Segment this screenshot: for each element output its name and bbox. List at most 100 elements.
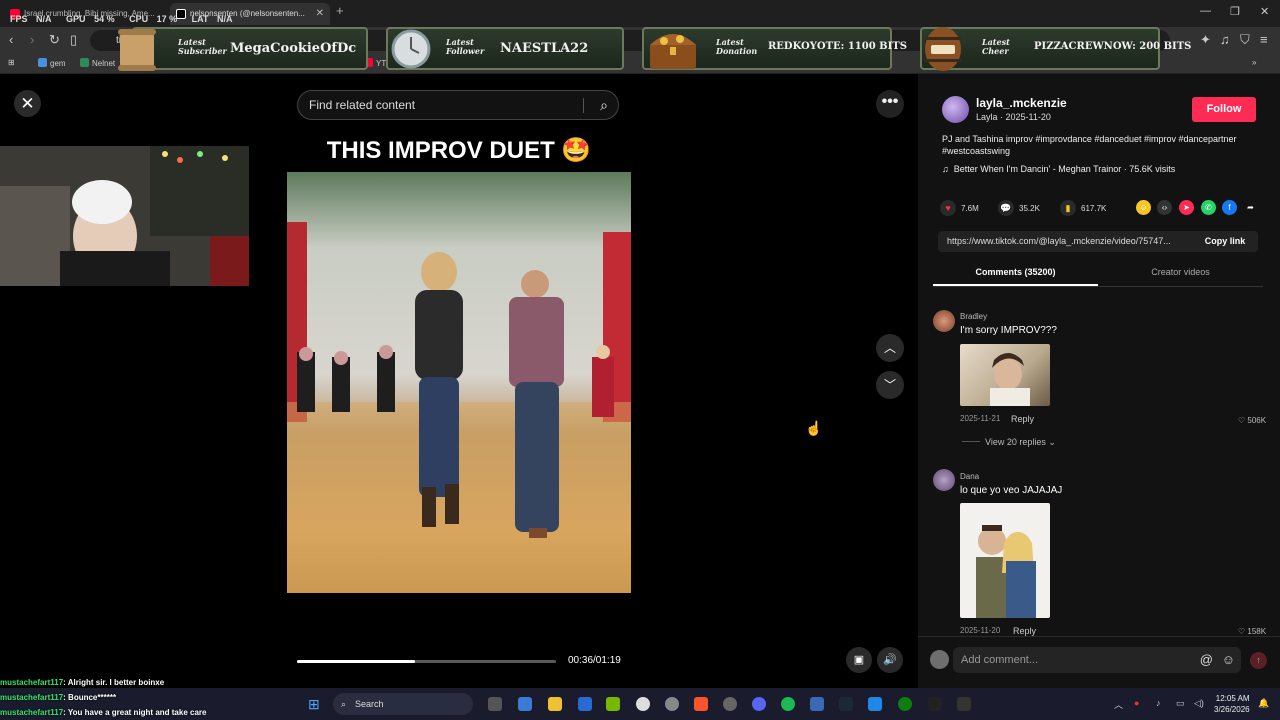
reply-button[interactable]: Reply [1011,414,1034,424]
comment-date: 2025-11-21 [960,414,1001,423]
comment-username[interactable]: Dana [960,472,979,481]
reload-icon[interactable]: ↻ [49,33,60,47]
volume-button[interactable]: 🔊 [877,647,903,673]
banner-value: NAESTLA22 [500,41,589,56]
comment-like[interactable]: ♡ 158K [1238,627,1266,636]
task-view-icon[interactable] [488,697,502,711]
avatar[interactable] [933,469,955,491]
tray-chevron-icon[interactable]: ︿ [1114,698,1123,711]
emoji-icon[interactable]: ☺ [1222,647,1235,673]
save-count: 617.7K [1081,204,1107,213]
back-icon[interactable]: ‹ [9,33,13,47]
menu-icon[interactable]: ≡ [1260,33,1268,47]
apps-icon[interactable]: ⊞ [8,58,15,67]
system-clock[interactable]: 12:05 AM 3/26/2026 [1214,693,1250,715]
like-stat[interactable]: ♥ 7.6M [940,200,979,216]
video-player[interactable] [287,172,631,593]
taskbar-search[interactable]: ⌕ Search [333,693,473,715]
xbox-icon[interactable] [898,697,912,711]
steam-icon[interactable] [839,697,853,711]
previous-video-button[interactable]: ︿ [876,334,904,362]
music-text: Better When I'm Dancin' - Meghan Trainor… [953,164,1176,174]
music-info[interactable]: ♫ Better When I'm Dancin' - Meghan Train… [942,164,1175,174]
comment-like[interactable]: ♡ 506K [1238,416,1266,425]
author-avatar[interactable] [942,96,969,123]
gpu-value: 54 % [94,14,115,24]
bookmark-icon[interactable]: ▯ [70,33,77,47]
comment-image[interactable] [960,344,1050,406]
shield-icon[interactable]: ⛉ [1240,33,1250,47]
copy-link-button[interactable]: Copy link [1192,231,1258,252]
minimize-icon[interactable]: — [1200,5,1211,17]
microphone-icon[interactable]: ♪ [1156,698,1161,708]
speaker-icon[interactable]: ◁) [1194,698,1204,709]
restore-icon[interactable]: ❐ [1230,5,1240,18]
search-icon[interactable]: ⌕ [600,91,608,119]
bookmark-gem[interactable]: gem [38,58,66,68]
tab-creator-videos[interactable]: Creator videos [1098,262,1263,286]
brave-icon[interactable] [694,697,708,711]
video-caption-title: THIS IMPROV DUET 🤩 [326,137,592,164]
miniplayer-icon: ▣ [853,654,865,666]
banner-value: PIZZACREWNOW: 200 BITS [1034,41,1192,52]
tab-comments[interactable]: Comments (35200) [933,262,1098,286]
network-icon[interactable]: ▭ [1176,698,1185,709]
next-video-button[interactable]: ﹀ [876,371,904,399]
author-username[interactable]: layla_.mckenzie [976,96,1067,110]
close-tab-icon[interactable]: ✕ [316,3,324,25]
more-bookmarks-icon[interactable]: » [1252,58,1256,67]
spotify-icon[interactable] [781,697,795,711]
comment-stat[interactable]: 💬 35.2K [998,200,1040,216]
save-stat[interactable]: ▮ 617.7K [1060,200,1106,216]
new-tab-button[interactable]: + [336,3,344,18]
embed-icon[interactable]: ‹› [1157,200,1172,215]
send-icon[interactable]: ➤ [1179,200,1194,215]
app-icon[interactable] [810,697,824,711]
discord-icon[interactable] [752,697,766,711]
tray-app-icon[interactable]: ● [1134,698,1139,708]
comment-image[interactable] [960,503,1050,618]
forward-icon[interactable]: › [30,33,34,47]
gpu-readout: GPU 54 % [66,14,121,24]
app-icon[interactable] [723,697,737,711]
obs-icon[interactable] [636,697,650,711]
post-comment-button[interactable]: ↑ [1250,652,1267,669]
notification-icon[interactable]: 🔔 [1258,698,1269,709]
reply-button[interactable]: Reply [1013,626,1036,636]
chat-message: mustachefart117: You have a great night … [0,706,206,719]
emoji-share-icon[interactable]: ☺ [1136,200,1151,215]
facebook-icon[interactable]: f [1222,200,1237,215]
app-icon[interactable] [868,697,882,711]
window-close-icon[interactable]: ✕ [1260,5,1269,18]
comment-input[interactable]: Add comment... @ ☺ [953,647,1241,673]
windows-start-icon[interactable]: ⊞ [308,696,320,713]
video-progress-bar[interactable] [297,660,556,663]
close-button[interactable]: ✕ [14,90,41,117]
close-icon: ✕ [20,94,35,113]
nvidia-icon[interactable] [606,697,620,711]
share-arrow-icon[interactable]: ➦ [1243,200,1258,215]
store-icon[interactable] [578,697,592,711]
music-note-icon: ♫ [942,164,954,174]
search-input[interactable]: Find related content ⌕ [297,90,619,120]
whatsapp-icon[interactable]: ✆ [1201,200,1216,215]
app-icon[interactable] [928,697,942,711]
mention-icon[interactable]: @ [1200,647,1213,673]
clock-date: 3/26/2026 [1214,705,1250,714]
file-explorer-icon[interactable] [548,697,562,711]
app-icon[interactable] [665,697,679,711]
mouse-cursor-icon: ☝ [805,420,823,436]
avatar[interactable] [933,310,955,332]
media-icon[interactable]: ♫ [1220,33,1230,47]
extensions-icon[interactable]: ✦ [1200,33,1211,47]
lat-readout: LAT N/A [192,14,239,24]
view-replies-button[interactable]: View 20 replies ⌄ [962,437,1056,448]
more-options-button[interactable]: ••• [876,90,904,118]
fps-label: FPS [10,14,28,24]
miniplayer-button[interactable]: ▣ [846,647,872,673]
app-icon[interactable] [957,697,971,711]
comment-username[interactable]: Bradley [960,312,987,321]
follow-button[interactable]: Follow [1192,97,1256,122]
widgets-icon[interactable] [518,697,532,711]
bookmark-nelnet[interactable]: Nelnet [80,58,115,68]
